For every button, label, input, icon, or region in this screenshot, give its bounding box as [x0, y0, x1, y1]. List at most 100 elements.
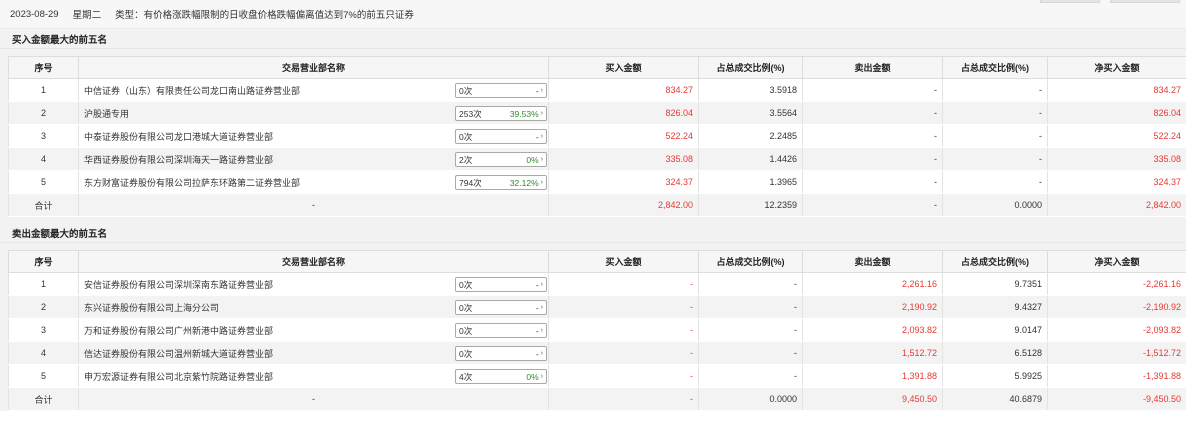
- col-header-branch[interactable]: 交易营业部名称: [78, 56, 549, 79]
- row-index: 1: [8, 272, 79, 296]
- table-row[interactable]: 4 华西证券股份有限公司深圳海天一路证券营业部 2次 0% › 335.08 1.4426-…: [8, 147, 1186, 171]
- net-buy-amount: 826.04: [1047, 101, 1186, 125]
- branch-name[interactable]: 东兴证券股份有限公司上海分公司: [84, 303, 219, 313]
- chevron-right-icon: ›: [540, 133, 543, 140]
- branch-name[interactable]: 中泰证券股份有限公司龙口港城大道证券营业部: [84, 132, 273, 142]
- table-row[interactable]: 1 安信证券股份有限公司深圳深南东路证券营业部 0次 - › - -2,261.16 9.73…: [8, 272, 1186, 296]
- branch-name[interactable]: 安信证券股份有限公司深圳深南东路证券营业部: [84, 280, 273, 290]
- appearance-count: 0次: [459, 131, 473, 142]
- net-buy-amount: 522.24: [1047, 124, 1186, 148]
- tab-stub[interactable]: [1040, 0, 1100, 3]
- table-row[interactable]: 2 沪股通专用 253次 39.53% › 826.04 3.5564- -826.04: [8, 101, 1186, 125]
- trade-date: 2023-08-29: [10, 8, 59, 20]
- seat-stats-dropdown[interactable]: 0次 - ›: [455, 323, 547, 338]
- seat-stats-dropdown[interactable]: 0次 - ›: [455, 346, 547, 361]
- branch-name-cell: 华西证券股份有限公司深圳海天一路证券营业部 2次 0% ›: [78, 147, 549, 171]
- col-header-buy-ratio[interactable]: 占总成交比例(%): [698, 250, 803, 273]
- branch-name[interactable]: 申万宏源证券有限公司北京紫竹院路证券营业部: [84, 372, 273, 382]
- total-sell-ratio: 40.6879: [942, 387, 1048, 411]
- row-index: 4: [8, 147, 79, 171]
- net-buy-amount: -1,512.72: [1047, 341, 1186, 365]
- appearance-count: 794次: [459, 177, 482, 188]
- chevron-right-icon: ›: [540, 327, 543, 334]
- branch-name-cell: 信达证券股份有限公司温州新城大道证券营业部 0次 - ›: [78, 341, 549, 365]
- chevron-right-icon: ›: [540, 87, 543, 94]
- total-buy-ratio: 0.0000: [698, 387, 803, 411]
- seat-stats-dropdown[interactable]: 4次 0% ›: [455, 369, 547, 384]
- win-rate: 0%: [526, 154, 539, 165]
- total-sell: -: [802, 193, 943, 217]
- win-rate: 32.12%: [509, 177, 539, 188]
- col-header-sell[interactable]: 卖出金额: [802, 250, 943, 273]
- total-net: 2,842.00: [1047, 193, 1186, 217]
- col-header-index[interactable]: 序号: [8, 56, 79, 79]
- table-row[interactable]: 1 中信证券（山东）有限责任公司龙口南山路证券营业部 0次 - › 834.27 3.591…: [8, 78, 1186, 102]
- branch-name[interactable]: 东方财富证券股份有限公司拉萨东环路第二证券营业部: [84, 178, 300, 188]
- table-row[interactable]: 5 申万宏源证券有限公司北京紫竹院路证券营业部 4次 0% › - -1,391.88 5.9…: [8, 364, 1186, 388]
- branch-name[interactable]: 沪股通专用: [84, 109, 129, 119]
- branch-name[interactable]: 中信证券（山东）有限责任公司龙口南山路证券营业部: [84, 86, 300, 96]
- sell-amount: -: [802, 170, 943, 194]
- table-row[interactable]: 2 东兴证券股份有限公司上海分公司 0次 - › - -2,190.92 9.4327 -2,1…: [8, 295, 1186, 319]
- buy-amount: 324.37: [548, 170, 699, 194]
- seat-stats-dropdown[interactable]: 253次 39.53% ›: [455, 106, 547, 121]
- sell-ratio: 5.9925: [942, 364, 1048, 388]
- sell-ratio: -: [942, 101, 1048, 125]
- buy-amount: 826.04: [548, 101, 699, 125]
- buy-amount: -: [548, 295, 699, 319]
- seat-stats-dropdown[interactable]: 794次 32.12% ›: [455, 175, 547, 190]
- col-header-buy-ratio[interactable]: 占总成交比例(%): [698, 56, 803, 79]
- chevron-right-icon: ›: [540, 350, 543, 357]
- sell-ratio: -: [942, 147, 1048, 171]
- row-index: 2: [8, 101, 79, 125]
- col-header-index[interactable]: 序号: [8, 250, 79, 273]
- col-header-buy[interactable]: 买入金额: [548, 250, 699, 273]
- total-sell-ratio: 0.0000: [942, 193, 1048, 217]
- seat-stats-dropdown[interactable]: 2次 0% ›: [455, 152, 547, 167]
- branch-name[interactable]: 万和证券股份有限公司广州新港中路证券营业部: [84, 326, 273, 336]
- row-index: 3: [8, 318, 79, 342]
- chevron-right-icon: ›: [540, 281, 543, 288]
- appearance-count: 2次: [459, 154, 473, 165]
- seat-stats-dropdown[interactable]: 0次 - ›: [455, 277, 547, 292]
- table-row[interactable]: 3 万和证券股份有限公司广州新港中路证券营业部 0次 - › - -2,093.82 9.01…: [8, 318, 1186, 342]
- total-buy: 2,842.00: [548, 193, 699, 217]
- branch-name-cell: 安信证券股份有限公司深圳深南东路证券营业部 0次 - ›: [78, 272, 549, 296]
- sell-amount: 1,391.88: [802, 364, 943, 388]
- total-sell: 9,450.50: [802, 387, 943, 411]
- col-header-sell[interactable]: 卖出金额: [802, 56, 943, 79]
- branch-name[interactable]: 华西证券股份有限公司深圳海天一路证券营业部: [84, 155, 273, 165]
- table-row[interactable]: 3 中泰证券股份有限公司龙口港城大道证券营业部 0次 - › 522.24 2.2485- -…: [8, 124, 1186, 148]
- seat-stats-dropdown[interactable]: 0次 - ›: [455, 129, 547, 144]
- branch-name-cell: 沪股通专用 253次 39.53% ›: [78, 101, 549, 125]
- net-buy-amount: -1,391.88: [1047, 364, 1186, 388]
- seat-stats-dropdown[interactable]: 0次 - ›: [455, 83, 547, 98]
- list-type: 类型：有价格涨跌幅限制的日收盘价格跌幅偏离值达到7%的前五只证券: [115, 10, 414, 21]
- branch-name-cell: 万和证券股份有限公司广州新港中路证券营业部 0次 - ›: [78, 318, 549, 342]
- appearance-count: 0次: [459, 348, 473, 359]
- buy-section-title: 买入金额最大的前五名: [0, 29, 1186, 49]
- branch-name[interactable]: 信达证券股份有限公司温州新城大道证券营业部: [84, 349, 273, 359]
- buy-ratio: -: [698, 295, 803, 319]
- table-row[interactable]: 4 信达证券股份有限公司温州新城大道证券营业部 0次 - › - -1,512.72 6.51…: [8, 341, 1186, 365]
- col-header-sell-ratio[interactable]: 占总成交比例(%): [942, 56, 1048, 79]
- buy-ratio: 1.3965: [698, 170, 803, 194]
- buy-amount: -: [548, 364, 699, 388]
- col-header-buy[interactable]: 买入金额: [548, 56, 699, 79]
- sell-amount: 2,093.82: [802, 318, 943, 342]
- top-info-bar: 2023-08-29 星期二 类型：有价格涨跌幅限制的日收盘价格跌幅偏离值达到7…: [0, 0, 1186, 29]
- sell-ratio: -: [942, 78, 1048, 102]
- chevron-right-icon: ›: [540, 373, 543, 380]
- col-header-sell-ratio[interactable]: 占总成交比例(%): [942, 250, 1048, 273]
- tab-stub[interactable]: [1110, 0, 1180, 3]
- col-header-net[interactable]: 净买入金额: [1047, 56, 1186, 79]
- weekday: 星期二: [72, 10, 102, 21]
- table-row[interactable]: 5 东方财富证券股份有限公司拉萨东环路第二证券营业部 794次 32.12% › 324.…: [8, 170, 1186, 194]
- sell-amount: 2,190.92: [802, 295, 943, 319]
- col-header-net[interactable]: 净买入金额: [1047, 250, 1186, 273]
- seat-stats-dropdown[interactable]: 0次 - ›: [455, 300, 547, 315]
- buy-ratio: -: [698, 341, 803, 365]
- col-header-branch[interactable]: 交易营业部名称: [78, 250, 549, 273]
- row-index: 2: [8, 295, 79, 319]
- total-branch: -: [78, 387, 549, 411]
